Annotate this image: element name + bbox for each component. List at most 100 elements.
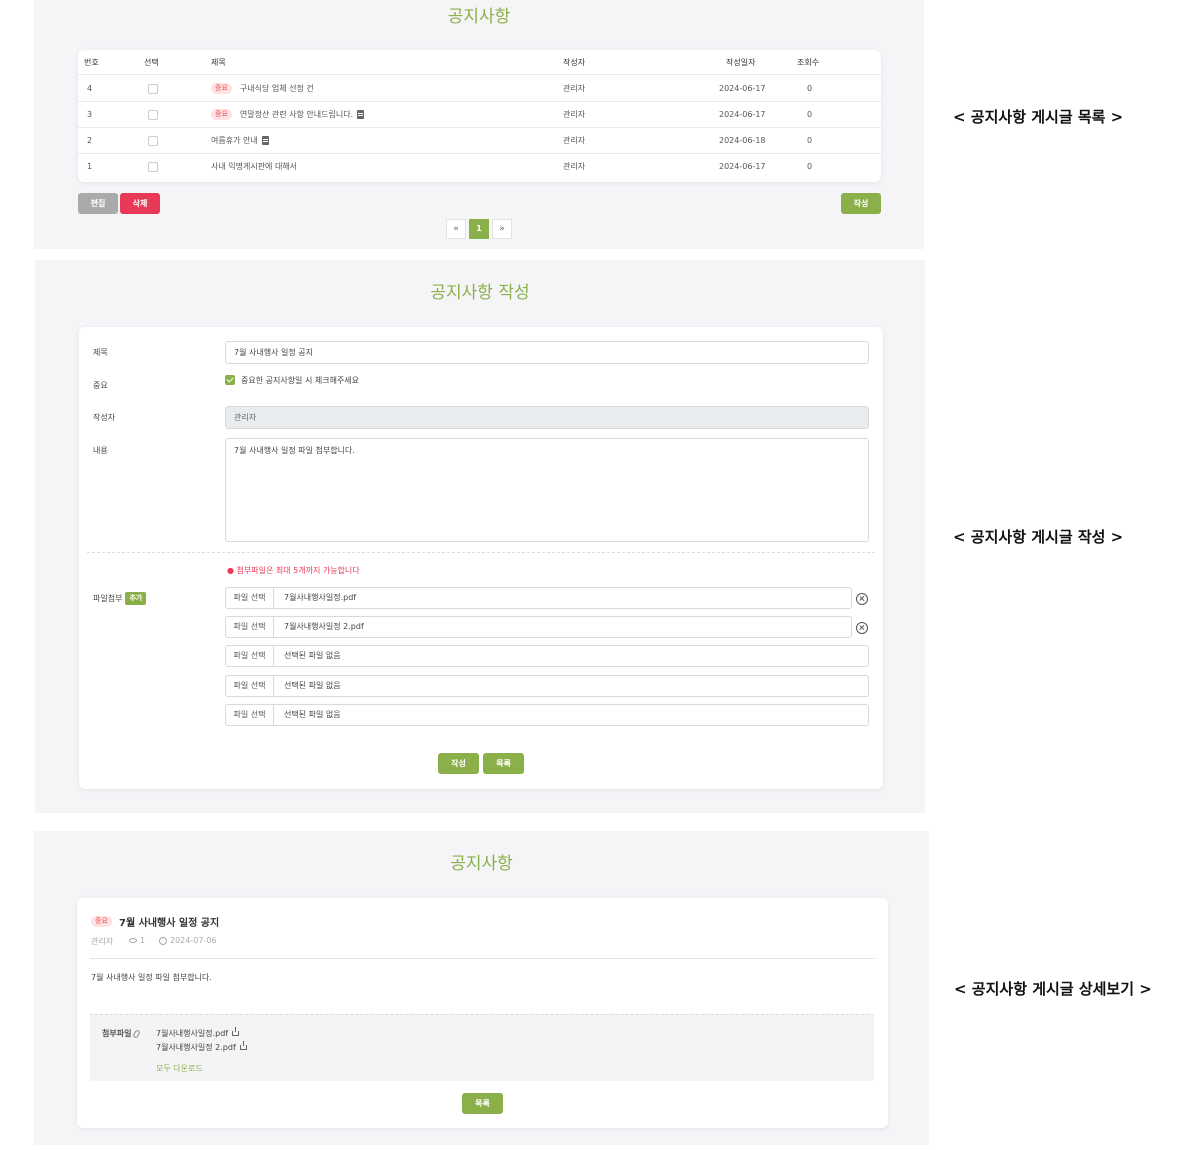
attachment-file-icon (357, 110, 365, 119)
write-panel: 공지사항 작성 제목 7월 사내행사 일정 공지 중요 중요한 공지사항일 시 … (35, 260, 925, 813)
file-select-button[interactable]: 파일 선택 (226, 676, 274, 696)
row-title[interactable]: 사내 익명게시판에 대해서 (211, 154, 297, 179)
clock-icon (159, 936, 167, 945)
row-date: 2024-06-17 (719, 110, 766, 119)
row-views: 0 (807, 136, 813, 145)
row-views: 0 (807, 110, 813, 119)
row-date: 2024-06-18 (719, 136, 766, 145)
pager-page-1[interactable]: 1 (469, 219, 489, 239)
row-date: 2024-06-17 (719, 84, 766, 93)
attachment-file-1[interactable]: 7월사내행사일정.pdf (156, 1027, 240, 1039)
download-all-link[interactable]: 모두 다운로드 (156, 1063, 203, 1074)
attach-notice: ● 첨부파일은 최대 5개까지 가능합니다 (227, 566, 360, 575)
divider (87, 552, 875, 553)
important-badge: 중요 (211, 83, 232, 94)
table-row[interactable]: 2 여름휴가 안내 관리자 2024-06-18 0 (78, 128, 881, 154)
row-author: 관리자 (563, 136, 586, 145)
caption-detail: < 공지사항 게시글 상세보기 > (954, 980, 1152, 998)
file-input-1[interactable]: 파일 선택 7월사내행사일정.pdf (225, 587, 852, 609)
row-title-text[interactable]: 사내 익명게시판에 대해서 (211, 162, 297, 171)
subject-label: 제목 (93, 348, 108, 357)
list-button[interactable]: 목록 (483, 753, 524, 774)
row-title[interactable]: 중요 구내식당 업체 선정 건 (211, 76, 314, 101)
table-header: 번호 선택 제목 작성자 작성일자 조회수 (78, 50, 881, 75)
attach-label: 파일첨부 추가 (93, 592, 147, 605)
attach-label-text: 첨부파일 (102, 1029, 132, 1038)
submit-button[interactable]: 작성 (438, 753, 479, 774)
file-select-button[interactable]: 파일 선택 (226, 705, 274, 725)
detail-card: 중요 7월 사내행사 일정 공지 관리자 1 2024-07-06 7월 사내행… (77, 898, 888, 1128)
file-name: 7월사내행사일정 2.pdf (284, 622, 364, 631)
important-hint: 중요한 공지사항일 시 체크해주세요 (241, 376, 360, 385)
col-views: 조회수 (797, 58, 820, 67)
file-select-button[interactable]: 파일 선택 (226, 588, 274, 608)
file-input-4[interactable]: 파일 선택 선택된 파일 없음 (225, 675, 869, 697)
post-author: 관리자 (91, 937, 114, 946)
file-select-button[interactable]: 파일 선택 (226, 617, 274, 637)
post-views: 1 (129, 936, 145, 945)
file-input-5[interactable]: 파일 선택 선택된 파일 없음 (225, 704, 869, 726)
table-row[interactable]: 1 사내 익명게시판에 대해서 관리자 2024-06-17 0 (78, 154, 881, 180)
col-no: 번호 (84, 58, 99, 67)
attachment-file-icon (261, 136, 269, 145)
row-title-text[interactable]: 구내식당 업체 선정 건 (240, 84, 314, 93)
row-checkbox[interactable] (148, 84, 158, 94)
write-button[interactable]: 작성 (841, 193, 881, 214)
post-title: 7월 사내행사 일정 공지 (119, 918, 220, 929)
download-icon[interactable] (232, 1027, 240, 1036)
delete-button[interactable]: 삭제 (120, 193, 160, 214)
attach-label-text: 파일첨부 (93, 594, 123, 603)
file-name: 선택된 파일 없음 (284, 681, 341, 690)
file-name[interactable]: 7월사내행사일정.pdf (156, 1029, 228, 1038)
row-checkbox[interactable] (148, 110, 158, 120)
col-date: 작성일자 (726, 58, 756, 67)
page-title: 공지사항 (450, 854, 513, 874)
edit-button[interactable]: 편집 (78, 193, 118, 214)
detail-panel: 공지사항 중요 7월 사내행사 일정 공지 관리자 1 2024-07-06 7… (34, 831, 929, 1145)
page-title: 공지사항 작성 (430, 283, 530, 303)
file-input-3[interactable]: 파일 선택 선택된 파일 없음 (225, 645, 869, 667)
write-form: 제목 7월 사내행사 일정 공지 중요 중요한 공지사항일 시 체크해주세요 작… (79, 327, 883, 789)
row-views: 0 (807, 162, 813, 171)
add-file-button[interactable]: 추가 (125, 592, 147, 605)
caption-write: < 공지사항 게시글 작성 > (953, 528, 1124, 546)
row-views: 0 (807, 84, 813, 93)
remove-file-icon[interactable] (856, 593, 868, 605)
row-author: 관리자 (563, 110, 586, 119)
author-label: 작성자 (93, 413, 116, 422)
pager-prev[interactable]: « (446, 219, 466, 239)
row-checkbox[interactable] (148, 136, 158, 146)
col-author: 작성자 (563, 58, 586, 67)
header-divider (90, 958, 875, 959)
important-label: 중요 (93, 381, 108, 390)
attachment-file-2[interactable]: 7월사내행사일정 2.pdf (156, 1041, 247, 1053)
attachment-box: 첨부파일 7월사내행사일정.pdf 7월사내행사일정 2.pdf 모두 다운로드 (90, 1014, 874, 1081)
important-checkbox[interactable] (225, 375, 235, 385)
subject-input[interactable]: 7월 사내행사 일정 공지 (225, 341, 869, 364)
row-no: 4 (87, 84, 93, 93)
content-label: 내용 (93, 446, 108, 455)
pager-next[interactable]: » (492, 219, 512, 239)
row-checkbox[interactable] (148, 162, 158, 172)
file-input-2[interactable]: 파일 선택 7월사내행사일정 2.pdf (225, 616, 852, 638)
table-row[interactable]: 4 중요 구내식당 업체 선정 건 관리자 2024-06-17 0 (78, 76, 881, 102)
important-badge: 중요 (91, 916, 112, 927)
list-button[interactable]: 목록 (462, 1093, 503, 1114)
download-icon[interactable] (239, 1041, 247, 1050)
row-title[interactable]: 여름휴가 안내 (211, 128, 269, 153)
author-input: 관리자 (225, 406, 869, 429)
remove-file-icon[interactable] (856, 622, 868, 634)
notice-table: 번호 선택 제목 작성자 작성일자 조회수 4 중요 구내식당 업체 선정 건 관… (78, 50, 881, 182)
post-date: 2024-07-06 (159, 936, 217, 945)
row-title[interactable]: 중요 연말정산 관련 사항 안내드립니다. (211, 102, 365, 127)
content-textarea[interactable]: 7월 사내행사 일정 파일 첨부합니다. (225, 438, 869, 542)
row-author: 관리자 (563, 162, 586, 171)
table-row[interactable]: 3 중요 연말정산 관련 사항 안내드립니다. 관리자 2024-06-17 0 (78, 102, 881, 128)
row-title-text[interactable]: 연말정산 관련 사항 안내드립니다. (240, 110, 353, 119)
row-author: 관리자 (563, 84, 586, 93)
page-title: 공지사항 (447, 7, 511, 27)
important-badge: 중요 (211, 109, 232, 120)
row-title-text[interactable]: 여름휴가 안내 (211, 136, 258, 145)
file-name[interactable]: 7월사내행사일정 2.pdf (156, 1043, 236, 1052)
file-select-button[interactable]: 파일 선택 (226, 646, 274, 666)
